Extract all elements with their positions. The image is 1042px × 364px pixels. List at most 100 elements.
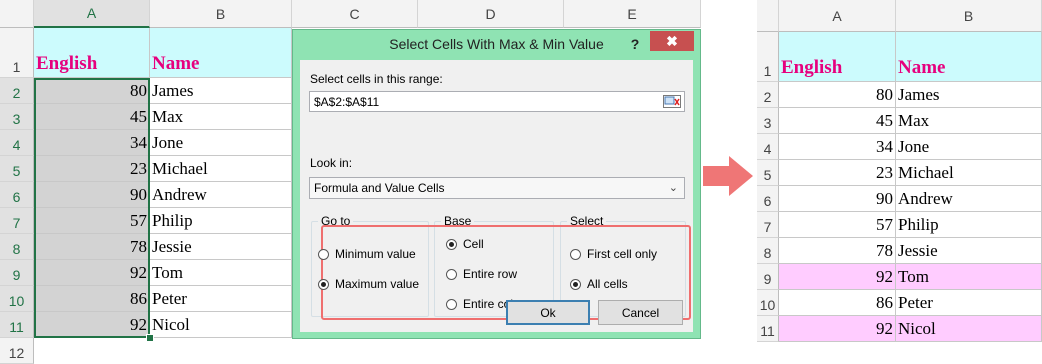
- header-name-cell[interactable]: Name: [896, 32, 1042, 82]
- row-header-5[interactable]: 5: [0, 156, 34, 182]
- table-cell-english[interactable]: 92: [779, 264, 896, 290]
- table-cell-english[interactable]: 90: [779, 186, 896, 212]
- table-cell-english[interactable]: 34: [779, 134, 896, 160]
- table-cell-name[interactable]: Peter: [896, 290, 1042, 316]
- table-cell-name[interactable]: James: [896, 82, 1042, 108]
- range-picker-icon[interactable]: [663, 95, 681, 108]
- table-cell-english[interactable]: 80: [779, 82, 896, 108]
- table-cell-name[interactable]: Andrew: [896, 186, 1042, 212]
- radio-dot: [446, 268, 457, 280]
- table-cell-name[interactable]: Philip: [150, 208, 292, 234]
- column-header-e[interactable]: E: [564, 0, 701, 28]
- row-header-5[interactable]: 5: [757, 160, 779, 186]
- column-header-a[interactable]: A: [779, 0, 896, 32]
- ok-button[interactable]: Ok: [506, 300, 590, 325]
- table-cell-name[interactable]: Nicol: [150, 312, 292, 338]
- row-header-11[interactable]: 11: [757, 316, 779, 342]
- table-cell-name[interactable]: Tom: [150, 260, 292, 286]
- radio-maximum-value[interactable]: Maximum value: [318, 277, 419, 291]
- table-cell-name[interactable]: Philip: [896, 212, 1042, 238]
- select-all-corner[interactable]: [757, 0, 779, 32]
- table-cell-english[interactable]: 57: [34, 208, 150, 234]
- table-cell-name[interactable]: Jessie: [150, 234, 292, 260]
- left-spreadsheet: A B 1 2 3 4 5 6 7 8 9 10 11 12 English Name 80 James 45…: [0, 0, 292, 364]
- row-header-8[interactable]: 8: [757, 238, 779, 264]
- select-max-min-dialog: Select Cells With Max & Min Value ? ✖ Se…: [292, 29, 701, 339]
- radio-first-cell-only[interactable]: First cell only: [570, 247, 657, 261]
- row-header-9[interactable]: 9: [757, 264, 779, 290]
- radio-label: All cells: [587, 277, 628, 291]
- fill-handle[interactable]: [146, 334, 154, 342]
- table-cell-name[interactable]: Jone: [896, 134, 1042, 160]
- row-header-9[interactable]: 9: [0, 260, 34, 286]
- row-header-1[interactable]: 1: [757, 32, 779, 82]
- row-header-10[interactable]: 10: [0, 286, 34, 312]
- header-name-cell[interactable]: Name: [150, 28, 292, 78]
- table-cell-english[interactable]: 92: [34, 260, 150, 286]
- table-cell-english[interactable]: 23: [34, 156, 150, 182]
- close-button[interactable]: ✖: [650, 31, 694, 51]
- table-cell-english[interactable]: 78: [34, 234, 150, 260]
- table-cell-name[interactable]: James: [150, 78, 292, 104]
- column-header-d[interactable]: D: [418, 0, 564, 28]
- radio-dot: [318, 248, 329, 260]
- table-cell-name[interactable]: Max: [150, 104, 292, 130]
- row-header-8[interactable]: 8: [0, 234, 34, 260]
- row-header-3[interactable]: 3: [0, 104, 34, 130]
- row-header-7[interactable]: 7: [0, 208, 34, 234]
- table-cell-name[interactable]: Andrew: [150, 182, 292, 208]
- column-header-c[interactable]: C: [292, 0, 418, 28]
- row-header-3[interactable]: 3: [757, 108, 779, 134]
- table-cell-name[interactable]: Max: [896, 108, 1042, 134]
- lookin-dropdown[interactable]: Formula and Value Cells ⌄: [309, 177, 685, 199]
- cancel-button[interactable]: Cancel: [598, 300, 683, 325]
- header-english-cell[interactable]: English: [779, 32, 896, 82]
- row-header-6[interactable]: 6: [757, 186, 779, 212]
- table-cell-english[interactable]: 57: [779, 212, 896, 238]
- table-cell-name[interactable]: Jone: [150, 130, 292, 156]
- table-cell-english[interactable]: 78: [779, 238, 896, 264]
- row-header-11[interactable]: 11: [0, 312, 34, 338]
- table-cell-english[interactable]: 92: [779, 316, 896, 342]
- select-all-corner[interactable]: [0, 0, 34, 28]
- row-header-12[interactable]: 12: [0, 338, 34, 364]
- range-input[interactable]: $A$2:$A$11: [309, 91, 685, 112]
- table-cell-name[interactable]: Tom: [896, 264, 1042, 290]
- radio-cell[interactable]: Cell: [446, 237, 484, 251]
- right-arrow-icon: [703, 156, 753, 196]
- column-header-b[interactable]: B: [150, 0, 292, 28]
- radio-all-cells[interactable]: All cells: [570, 277, 628, 291]
- table-cell-english[interactable]: 90: [34, 182, 150, 208]
- table-cell-name[interactable]: Nicol: [896, 316, 1042, 342]
- row-header-6[interactable]: 6: [0, 182, 34, 208]
- radio-dot: [446, 298, 457, 310]
- row-header-4[interactable]: 4: [0, 130, 34, 156]
- table-cell-english[interactable]: 80: [34, 78, 150, 104]
- header-english-cell[interactable]: English: [34, 28, 150, 78]
- dialog-body: Select cells in this range: $A$2:$A$11 L…: [300, 60, 693, 332]
- radio-minimum-value[interactable]: Minimum value: [318, 247, 416, 261]
- row-header-1[interactable]: 1: [0, 28, 34, 78]
- column-header-a[interactable]: A: [34, 0, 150, 28]
- row-header-2[interactable]: 2: [757, 82, 779, 108]
- radio-entire-row[interactable]: Entire row: [446, 267, 517, 281]
- row-header-4[interactable]: 4: [757, 134, 779, 160]
- table-cell-name[interactable]: Peter: [150, 286, 292, 312]
- row-header-2[interactable]: 2: [0, 78, 34, 104]
- table-cell-english[interactable]: 92: [34, 312, 150, 338]
- right-spreadsheet: A B 1 2 3 4 5 6 7 8 9 10 11 English Name 80 James 45 Ma…: [757, 0, 1042, 351]
- table-cell-name[interactable]: Jessie: [896, 238, 1042, 264]
- table-cell-english[interactable]: 45: [34, 104, 150, 130]
- column-header-b[interactable]: B: [896, 0, 1042, 32]
- help-button[interactable]: ?: [625, 34, 645, 54]
- table-cell-english[interactable]: 34: [34, 130, 150, 156]
- table-cell-english[interactable]: 23: [779, 160, 896, 186]
- table-cell-name[interactable]: Michael: [150, 156, 292, 182]
- table-cell-english[interactable]: 86: [34, 286, 150, 312]
- row-header-7[interactable]: 7: [757, 212, 779, 238]
- table-cell-name[interactable]: Michael: [896, 160, 1042, 186]
- table-cell-english[interactable]: 45: [779, 108, 896, 134]
- row-header-10[interactable]: 10: [757, 290, 779, 316]
- table-cell-english[interactable]: 86: [779, 290, 896, 316]
- radio-dot: [570, 248, 581, 260]
